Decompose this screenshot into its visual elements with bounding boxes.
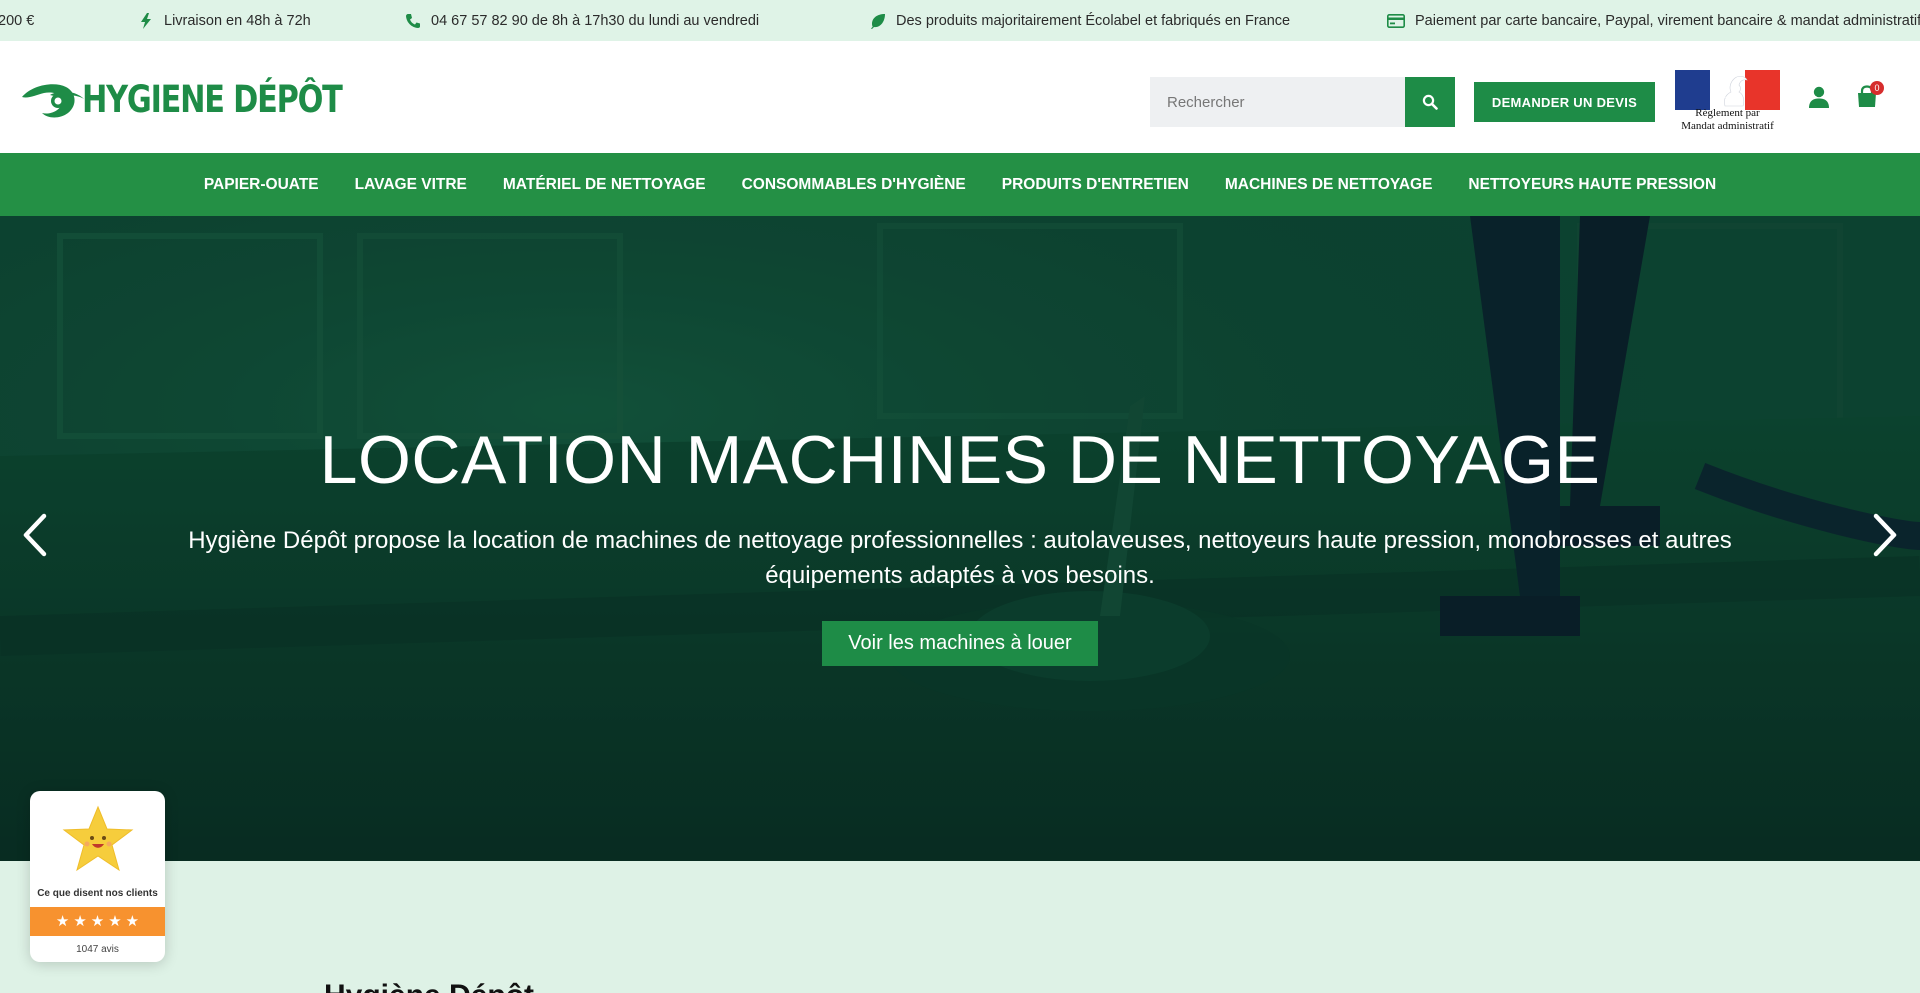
customer-reviews-widget[interactable]: Ce que disent nos clients ★ ★ ★ ★ ★ 1047… bbox=[30, 791, 165, 962]
logo-text: HYGIENE DÉPÔT bbox=[82, 77, 343, 121]
star-icon: ★ bbox=[55, 913, 70, 930]
section-title: Hygiène Dépôt bbox=[324, 979, 534, 993]
nav-item-nettoyeurs-haute-pression[interactable]: NETTOYEURS HAUTE PRESSION bbox=[1468, 176, 1716, 194]
mandat-caption: Règlement par Mandat administratif bbox=[1675, 107, 1780, 133]
search-button[interactable] bbox=[1405, 77, 1455, 127]
star-icon: ★ bbox=[90, 913, 105, 930]
request-quote-button[interactable]: DEMANDER UN DEVIS bbox=[1474, 82, 1655, 122]
topbar-item-ecolabel: Des produits majoritairement Écolabel et… bbox=[870, 0, 1290, 41]
bolt-icon bbox=[141, 12, 151, 29]
topbar-delivery-text: Livraison en 48h à 72h bbox=[164, 12, 311, 29]
nav-item-consommables-hygiene[interactable]: CONSOMMABLES D'HYGIÈNE bbox=[742, 176, 966, 194]
chevron-left-icon[interactable] bbox=[20, 512, 50, 558]
site-logo[interactable]: HYGIENE DÉPÔT bbox=[20, 77, 399, 121]
logo-swoosh-icon bbox=[22, 84, 84, 118]
main-navigation: PAPIER-OUATE LAVAGE VITRE MATÉRIEL DE NE… bbox=[0, 153, 1920, 216]
reviews-label: Ce que disent nos clients bbox=[37, 888, 158, 899]
topbar-ecolabel-text: Des produits majoritairement Écolabel et… bbox=[896, 12, 1291, 29]
nav-item-produits-entretien[interactable]: PRODUITS D'ENTRETIEN bbox=[1002, 176, 1189, 194]
reviews-count: 1047 avis bbox=[76, 944, 119, 955]
phone-icon bbox=[406, 13, 420, 28]
chevron-right-icon[interactable] bbox=[1870, 512, 1900, 558]
star-icon: ★ bbox=[73, 913, 87, 930]
hero-subtitle: Hygiène Dépôt propose la location de mac… bbox=[188, 527, 1732, 589]
mandat-caption-line2: Mandat administratif bbox=[1681, 120, 1774, 132]
marianne-profile-icon bbox=[1711, 75, 1748, 107]
search-input[interactable] bbox=[1150, 77, 1405, 127]
topbar-phone-text: 04 67 57 82 90 de 8h à 17h30 du lundi au… bbox=[431, 12, 760, 29]
star-icon: ★ bbox=[125, 913, 140, 930]
nav-item-machines-nettoyage[interactable]: MACHINES DE NETTOYAGE bbox=[1225, 176, 1433, 194]
topbar-payment-text: Paiement par carte bancaire, Paypal, vir… bbox=[1415, 12, 1920, 29]
hero-slider: LOCATION MACHINES DE NETTOYAGE Hygiène D… bbox=[0, 216, 1920, 861]
cart-count-badge: 0 bbox=[1870, 81, 1884, 95]
search-bar bbox=[1150, 77, 1455, 127]
user-account-icon[interactable] bbox=[1807, 85, 1831, 109]
star-icon: ★ bbox=[108, 913, 122, 930]
topbar-free-shipping-text: 200 € bbox=[0, 12, 35, 29]
topbar-item-payment: Paiement par carte bancaire, Paypal, vir… bbox=[1387, 0, 1920, 41]
smiling-star-icon bbox=[62, 805, 134, 872]
hero-title: LOCATION MACHINES DE NETTOYAGE bbox=[319, 422, 1601, 498]
credit-card-icon bbox=[1387, 13, 1405, 28]
nav-item-materiel-nettoyage[interactable]: MATÉRIEL DE NETTOYAGE bbox=[503, 176, 706, 194]
topbar-item-delivery: Livraison en 48h à 72h bbox=[138, 0, 311, 41]
intro-section: Hygiène Dépôt bbox=[0, 861, 1920, 993]
mandat-caption-line1: Règlement par bbox=[1695, 107, 1760, 119]
rating-stars: ★ ★ ★ ★ ★ bbox=[30, 907, 165, 936]
mandat-administratif-badge: Règlement par Mandat administratif bbox=[1675, 70, 1780, 132]
topbar-item-phone: 04 67 57 82 90 de 8h à 17h30 du lundi au… bbox=[405, 0, 759, 41]
search-icon bbox=[1422, 94, 1438, 110]
site-header: HYGIENE DÉPÔT DEMANDER UN DEVIS Règlemen… bbox=[0, 41, 1920, 153]
top-info-bar: 200 € Livraison en 48h à 72h 04 67 57 82… bbox=[0, 0, 1920, 41]
topbar-item-free-shipping: 200 € bbox=[0, 0, 34, 41]
hero-cta-button[interactable]: Voir les machines à louer bbox=[822, 621, 1098, 666]
nav-item-papier-ouate[interactable]: PAPIER-OUATE bbox=[204, 176, 319, 194]
nav-item-lavage-vitre[interactable]: LAVAGE VITRE bbox=[355, 176, 467, 194]
leaf-icon bbox=[871, 13, 885, 29]
